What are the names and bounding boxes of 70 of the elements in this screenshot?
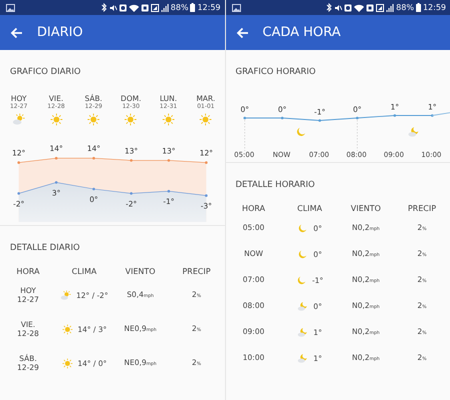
section-title: GRAFICO DIARIO — [9, 66, 82, 78]
grid-line — [356, 120, 358, 151]
data-point — [17, 192, 20, 195]
moon-icon — [296, 128, 305, 136]
sun-icon — [62, 358, 73, 368]
sun-cloud-icon — [12, 113, 26, 126]
battery-icon — [190, 3, 196, 12]
wifi-icon — [128, 4, 139, 12]
column-header: CLIMA — [72, 266, 97, 276]
grid-line — [244, 120, 245, 151]
moon-cloud-icon — [408, 127, 418, 137]
clock: 12:59 — [422, 3, 446, 12]
data-point — [392, 114, 396, 117]
data-point — [54, 181, 58, 184]
signal-icon — [386, 4, 394, 12]
sun-icon — [124, 113, 138, 126]
moon-icon — [297, 222, 308, 234]
battery-percent: 88% — [170, 3, 188, 12]
moon-cloud-icon — [297, 300, 308, 312]
data-point — [167, 190, 170, 192]
data-point — [430, 114, 434, 117]
sun-cloud-icon — [60, 290, 72, 300]
screen-title: DIARIO — [37, 25, 83, 40]
data-point — [204, 161, 208, 164]
back-arrow-icon[interactable] — [10, 26, 23, 38]
data-point — [54, 156, 58, 160]
column-header: VIENTO — [125, 266, 156, 276]
data-point — [167, 159, 170, 162]
section-title: GRAFICO HORARIO — [234, 66, 317, 78]
moon-cloud-icon — [297, 352, 308, 364]
data-point — [17, 161, 20, 164]
image-icon — [6, 4, 15, 12]
section-title: DETALLE HORARIO — [234, 179, 316, 191]
bluetooth-icon — [100, 3, 107, 12]
bluetooth-icon — [326, 3, 332, 12]
data-point — [204, 194, 208, 197]
line-continuation — [431, 112, 450, 116]
data-point — [92, 156, 96, 160]
data-point — [92, 188, 96, 190]
column-header: PRECIP — [182, 266, 211, 276]
data-point — [130, 159, 133, 162]
clock: 12:59 — [197, 3, 220, 12]
moon-cloud-icon — [297, 326, 308, 338]
sun-icon — [87, 113, 100, 126]
column-header: HORA — [16, 266, 40, 276]
section-title: DETALLE DIARIO — [9, 242, 81, 254]
data-point — [280, 116, 284, 120]
mute-icon — [108, 4, 117, 12]
image-icon — [232, 4, 240, 12]
mute-icon — [334, 4, 342, 12]
signal-icon — [160, 4, 169, 12]
screen-title: CADA HORA — [262, 25, 341, 40]
data-point — [242, 116, 246, 120]
data-point — [355, 116, 358, 120]
battery-percent: 88% — [396, 3, 414, 12]
column-header: PRECIP — [408, 204, 436, 212]
column-header: HORA — [242, 204, 266, 212]
data-point — [130, 192, 133, 195]
column-header: CLIMA — [297, 204, 322, 212]
moon-icon — [297, 248, 308, 260]
moon-icon — [296, 274, 308, 286]
sun-icon — [199, 113, 212, 126]
column-header: VIENTO — [350, 204, 381, 212]
battery-icon — [416, 3, 421, 12]
data-point — [318, 119, 321, 122]
sun-icon — [62, 324, 73, 334]
sun-icon — [50, 113, 63, 126]
wifi-icon — [354, 4, 364, 12]
back-arrow-icon[interactable] — [236, 26, 248, 38]
sun-icon — [162, 113, 175, 126]
